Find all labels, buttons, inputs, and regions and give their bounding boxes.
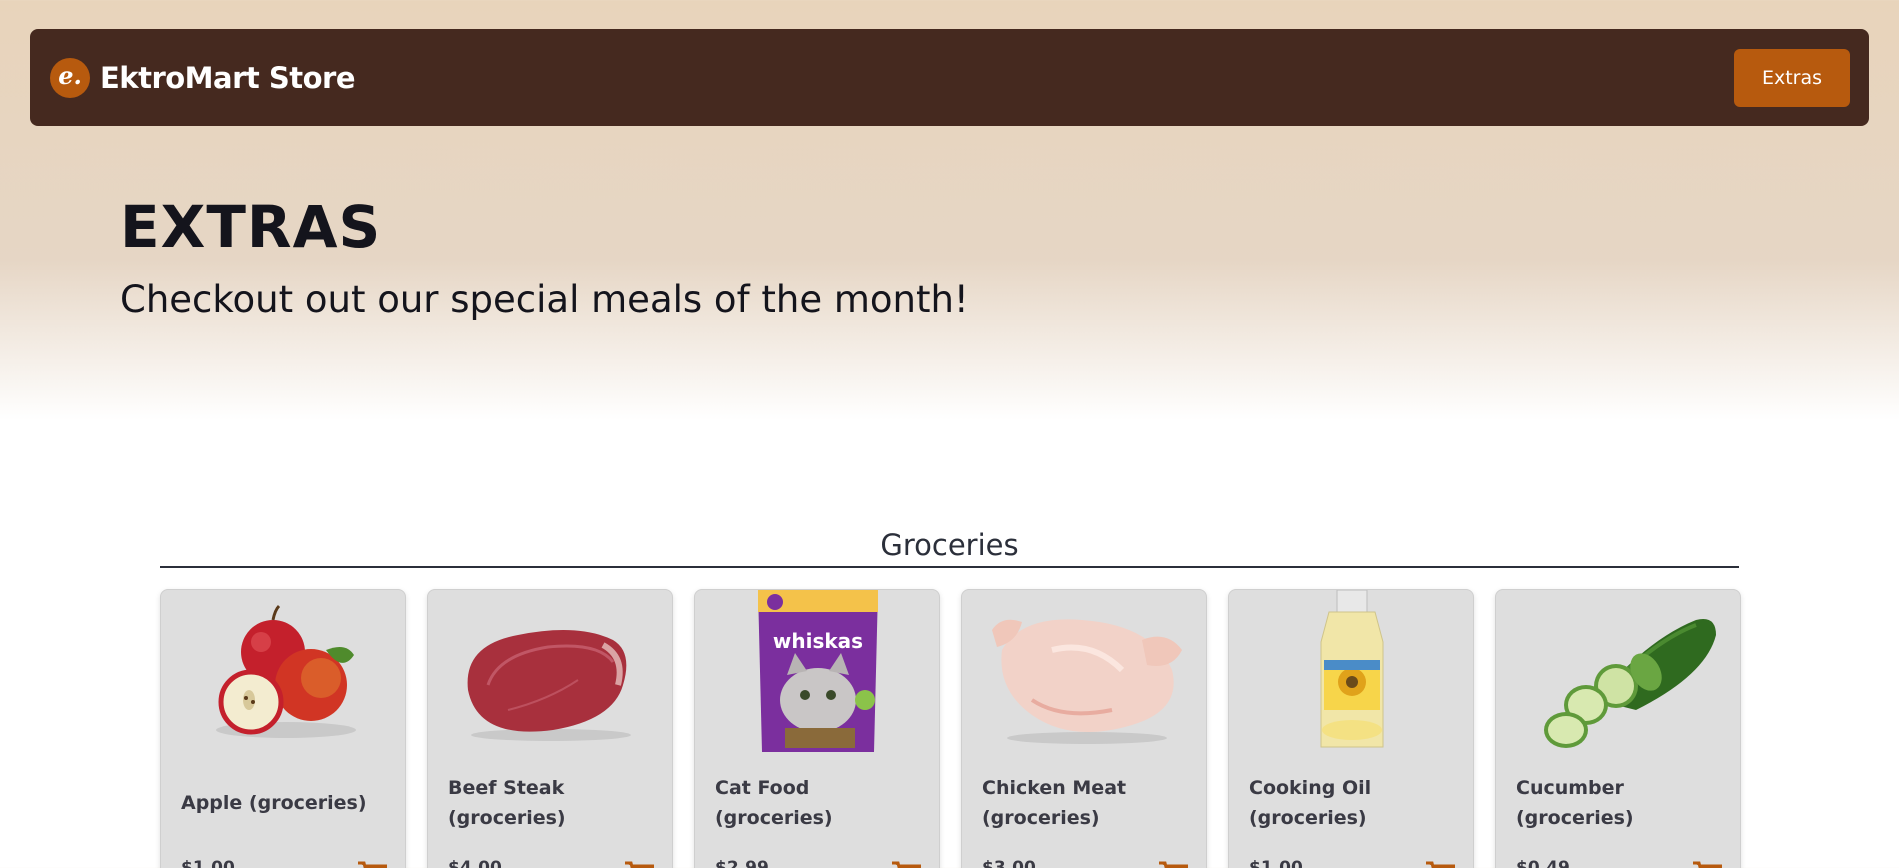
product-list: Apple (groceries) $1.00 Beef Steak (groc… [160, 589, 1741, 868]
brand-name: EktroMart Store [100, 60, 356, 95]
brand[interactable]: e. EktroMart Store [50, 57, 356, 98]
product-card[interactable]: Cucumber (groceries) $0.49 [1495, 589, 1741, 868]
cart-icon[interactable] [1692, 860, 1722, 868]
product-price: $2.99 [715, 858, 769, 868]
product-name: Cooking Oil (groceries) [1249, 776, 1372, 829]
cart-icon[interactable] [891, 860, 921, 868]
product-name: Chicken Meat (groceries) [982, 776, 1127, 829]
product-card[interactable]: Apple (groceries) $1.00 [160, 589, 406, 868]
navbar: e. EktroMart Store Extras [30, 29, 1869, 126]
cart-icon[interactable] [1425, 860, 1455, 868]
cooking-oil-image [1320, 590, 1384, 748]
cat-food-image: whiskas [758, 590, 878, 752]
chicken-image [992, 619, 1182, 744]
product-price: $0.49 [1516, 858, 1570, 868]
svg-text:whiskas: whiskas [773, 629, 863, 653]
product-card[interactable]: whiskas Cat Food (groceries) $2.99 [694, 589, 940, 868]
product-card[interactable]: Chicken Meat (groceries) $3.00 [961, 589, 1207, 868]
product-price: $4.00 [448, 858, 502, 868]
extras-button[interactable]: Extras [1734, 48, 1850, 107]
product-price: $1.00 [1249, 858, 1303, 868]
cart-icon[interactable] [624, 860, 654, 868]
product-card[interactable]: Cooking Oil (groceries) $1.00 [1228, 589, 1474, 868]
product-name: Apple (groceries) [181, 791, 367, 814]
product-price: $1.00 [181, 858, 235, 868]
page-title: EXTRAS [120, 193, 382, 261]
section-title: Groceries [880, 528, 1019, 562]
apple-image [216, 604, 356, 738]
cart-icon[interactable] [357, 860, 387, 868]
product-name: Cucumber (groceries) [1516, 776, 1634, 829]
product-name: Beef Steak (groceries) [448, 776, 566, 829]
logo-icon: e. [50, 57, 90, 98]
product-name: Cat Food (groceries) [715, 776, 833, 829]
section-divider [160, 566, 1739, 568]
beef-steak-image [467, 630, 631, 741]
page-subtitle: Checkout out our special meals of the mo… [120, 278, 969, 321]
product-card[interactable]: Beef Steak (groceries) $4.00 [427, 589, 673, 868]
product-price: $3.00 [982, 858, 1036, 868]
cart-icon[interactable] [1158, 860, 1188, 868]
cucumber-image [1544, 619, 1716, 748]
